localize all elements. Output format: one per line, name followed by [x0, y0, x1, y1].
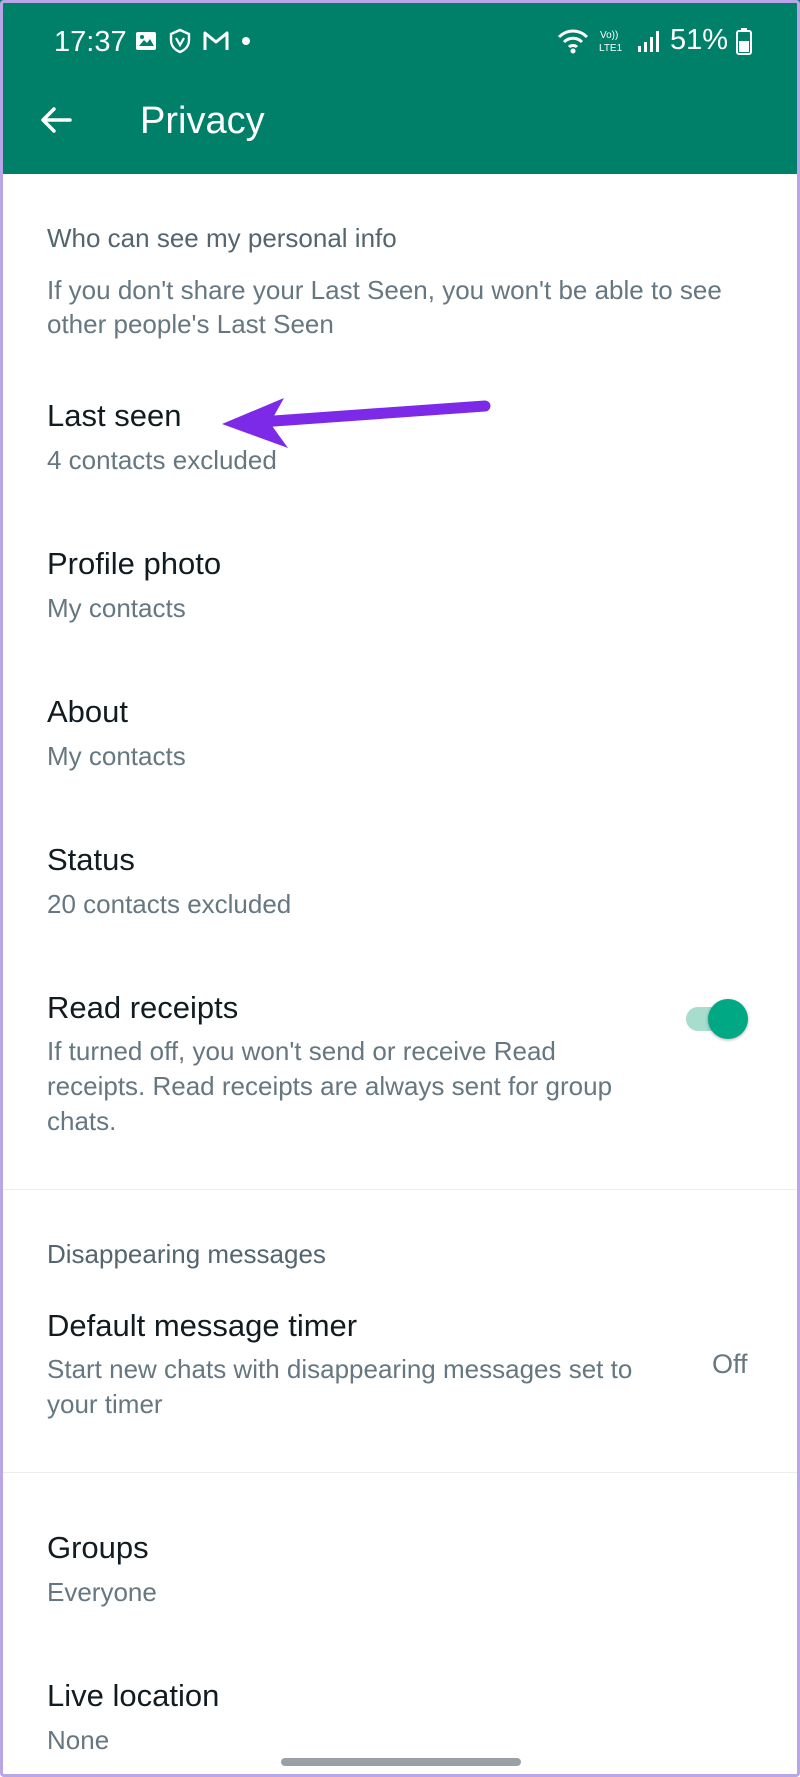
image-icon [136, 32, 156, 50]
shield-icon [169, 28, 191, 54]
arrow-left-icon[interactable] [36, 100, 76, 140]
gesture-home-indicator[interactable] [281, 1758, 521, 1766]
item-title: Live location [47, 1678, 220, 1713]
signal-icon [637, 30, 659, 52]
section-heading-disappearing: Disappearing messages [47, 1239, 326, 1269]
item-title: Read receipts [47, 990, 239, 1025]
read-receipts-toggle[interactable] [686, 999, 748, 1039]
notification-icons [134, 28, 252, 54]
app-bar: 17:37 Vo)) LTE1 51% Privacy [0, 0, 800, 174]
battery-percentage: 51% [669, 24, 728, 56]
timer-value: Off [712, 1349, 748, 1379]
system-icons: Vo)) LTE1 51% [556, 24, 752, 57]
read-receipts-description: If turned off, you won't send or receive… [47, 1036, 613, 1136]
status-bar: 17:37 Vo)) LTE1 51% [0, 0, 800, 88]
gmail-icon [203, 31, 229, 50]
item-title: About [47, 694, 129, 729]
annotation-arrow-icon [222, 398, 491, 448]
privacy-item-status[interactable]: Status 20 contacts excluded [0, 824, 800, 934]
lte-icon: Vo)) LTE1 [599, 30, 623, 54]
personal-info-description: If you don't share your Last Seen, you w… [47, 275, 722, 339]
item-title: Last seen [47, 398, 182, 433]
dot-icon [242, 37, 250, 45]
timer-description: Start new chats with disappearing messag… [47, 1354, 633, 1419]
privacy-item-profile-photo[interactable]: Profile photo My contacts [0, 528, 800, 638]
toggle-thumb [708, 999, 748, 1039]
status-time: 17:37 [54, 26, 127, 58]
item-subtitle: None [47, 1725, 110, 1755]
section-divider [0, 1472, 800, 1473]
battery-icon [736, 27, 752, 55]
default-message-timer-item[interactable]: Default message timer Start new chats wi… [0, 1290, 800, 1430]
section-divider [0, 1189, 800, 1190]
item-subtitle: My contacts [47, 593, 186, 623]
page-title: Privacy [140, 100, 265, 142]
item-subtitle: Everyone [47, 1577, 157, 1607]
privacy-item-about[interactable]: About My contacts [0, 676, 800, 786]
item-title: Default message timer [47, 1308, 358, 1343]
wifi-icon [557, 29, 589, 53]
item-title: Profile photo [47, 546, 222, 581]
privacy-item-live-location[interactable]: Live location None [0, 1660, 800, 1770]
privacy-item-read-receipts[interactable]: Read receipts If turned off, you won't s… [0, 972, 800, 1142]
section-heading-personal-info: Who can see my personal info [47, 223, 397, 253]
item-title: Status [47, 842, 135, 877]
volte-label: Vo)) [600, 30, 618, 41]
item-subtitle: 20 contacts excluded [47, 889, 292, 919]
item-subtitle: My contacts [47, 741, 186, 771]
network-label: LTE1 [599, 43, 623, 54]
item-title: Groups [47, 1530, 149, 1565]
privacy-item-groups[interactable]: Groups Everyone [0, 1512, 800, 1622]
